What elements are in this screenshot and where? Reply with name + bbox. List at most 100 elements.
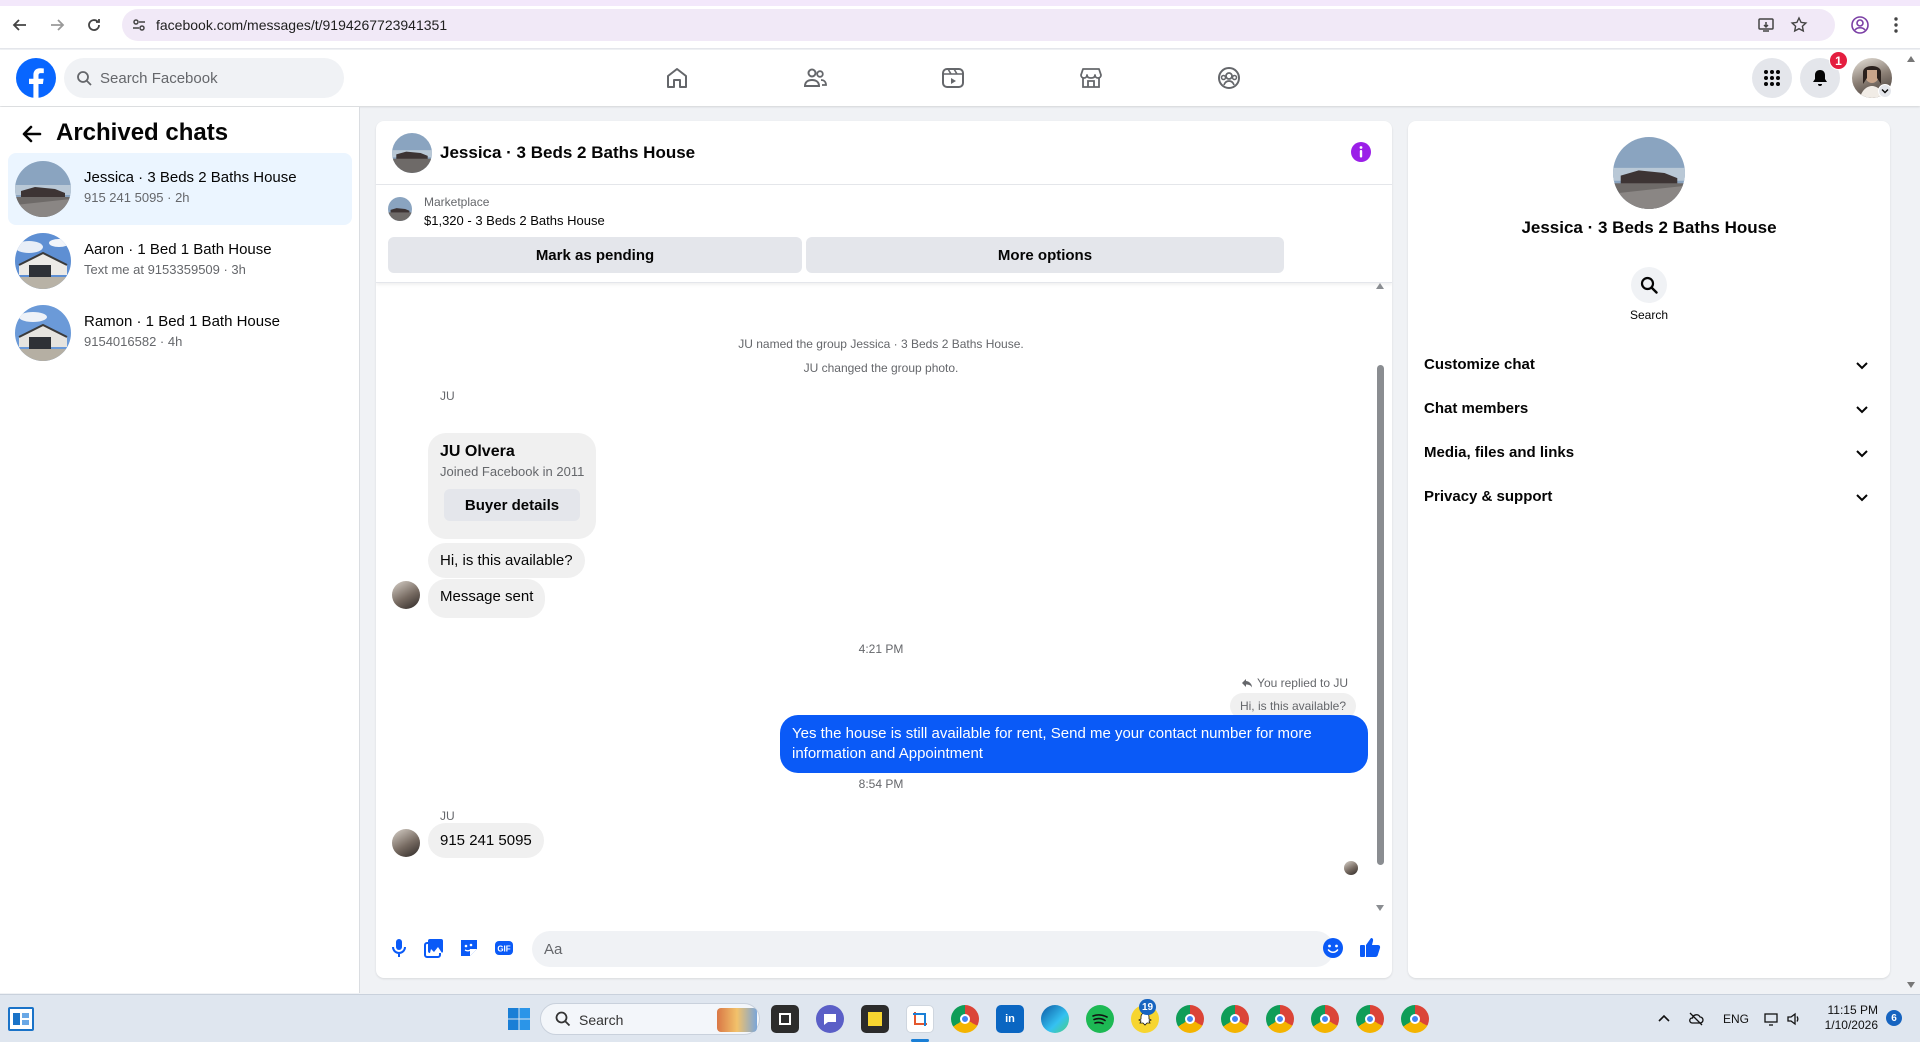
chat-list-item-ramon[interactable]: Ramon · 1 Bed 1 Bath House 9154016582 · … (8, 297, 352, 369)
network-icon[interactable] (1764, 1011, 1780, 1027)
more-options-button[interactable]: More options (806, 237, 1284, 273)
chat-preview: Text me at 9153359509 · 3h (84, 262, 246, 277)
chevron-down-icon (1856, 362, 1868, 370)
reload-icon[interactable] (84, 15, 104, 35)
incoming-message[interactable]: 915 241 5095 (428, 823, 544, 858)
search-in-conversation-button[interactable] (1631, 267, 1667, 303)
browser-profile-icon[interactable] (1850, 15, 1870, 35)
bookmark-star-icon[interactable] (1790, 16, 1808, 34)
chrome-profile-icon[interactable] (1266, 1005, 1294, 1033)
site-info-icon[interactable] (130, 16, 148, 34)
groups-tab[interactable] (1173, 50, 1285, 106)
address-bar[interactable]: facebook.com/messages/t/9194267723941351 (122, 9, 1835, 41)
chevron-down-icon (1856, 450, 1868, 458)
message-input-wrapper[interactable] (532, 931, 1334, 967)
photo-icon[interactable] (423, 937, 445, 959)
browser-toolbar: facebook.com/messages/t/9194267723941351 (0, 0, 1920, 49)
back-arrow-icon[interactable] (20, 122, 44, 146)
search-icon (555, 1011, 571, 1027)
facebook-logo-icon[interactable] (16, 58, 56, 98)
conversation-panel: Jessica · 3 Beds 2 Baths House Marketpla… (376, 121, 1392, 978)
cloud-offline-icon[interactable] (1688, 1011, 1704, 1027)
home-tab[interactable] (621, 50, 733, 106)
chrome-profile-icon[interactable] (1356, 1005, 1384, 1033)
scroll-thumb[interactable] (1377, 365, 1384, 865)
sticker-icon[interactable] (458, 937, 480, 959)
menu-grid-button[interactable] (1752, 58, 1792, 98)
incoming-message[interactable]: Message sent (428, 579, 546, 618)
facebook-search[interactable] (64, 58, 344, 98)
video-tab[interactable] (897, 50, 1009, 106)
taskbar-search[interactable]: Search (540, 1003, 760, 1035)
chrome-profile-icon[interactable] (1176, 1005, 1204, 1033)
notification-center-badge[interactable]: 6 (1886, 1010, 1902, 1026)
chat-members-section[interactable]: Chat members (1416, 387, 1882, 431)
system-message: JU named the group Jessica · 3 Beds 2 Ba… (738, 337, 1024, 351)
linkedin-icon[interactable]: in (996, 1005, 1024, 1033)
listing-title[interactable]: $1,320 - 3 Beds 2 Baths House (424, 213, 605, 228)
section-label: Customize chat (1424, 356, 1535, 373)
privacy-support-section[interactable]: Privacy & support (1416, 475, 1882, 519)
chrome-icon[interactable] (951, 1005, 979, 1033)
search-input[interactable] (100, 58, 330, 98)
teams-chat-icon[interactable] (816, 1005, 844, 1033)
bell-icon (1813, 70, 1827, 86)
scroll-up-arrow-icon[interactable] (1376, 283, 1384, 289)
forward-icon[interactable] (47, 15, 67, 35)
page-scroll-up-icon[interactable] (1907, 56, 1915, 62)
chrome-profile-icon[interactable] (1221, 1005, 1249, 1033)
chrome-profile-icon[interactable] (1401, 1005, 1429, 1033)
taskbar-search-label: Search (579, 1012, 624, 1028)
scroll-down-arrow-icon[interactable] (1376, 905, 1384, 911)
language-indicator[interactable]: ENG (1723, 1012, 1749, 1026)
incoming-message[interactable]: Hi, is this available? (428, 543, 585, 578)
message-scrollbar[interactable] (1374, 283, 1386, 913)
sender-avatar[interactable] (392, 581, 420, 609)
chevron-down-icon (1856, 406, 1868, 414)
media-files-links-section[interactable]: Media, files and links (1416, 431, 1882, 475)
task-view-icon[interactable] (771, 1005, 799, 1033)
outgoing-message[interactable]: Yes the house is still available for ren… (780, 715, 1368, 773)
clock-date[interactable]: 1/10/2026 (1818, 1018, 1878, 1032)
conversation-avatar[interactable] (392, 133, 432, 173)
sticky-notes-icon[interactable] (861, 1005, 889, 1033)
windows-start-icon[interactable] (505, 1005, 533, 1033)
chrome-profile-icon[interactable] (1311, 1005, 1339, 1033)
search-highlight-image (717, 1008, 757, 1032)
volume-icon[interactable] (1786, 1011, 1802, 1027)
friends-tab[interactable] (759, 50, 871, 106)
chevron-up-icon[interactable] (1656, 1011, 1672, 1027)
chat-avatar (15, 305, 71, 361)
thumbs-up-icon[interactable] (1358, 935, 1382, 959)
page-scroll-down-icon[interactable] (1907, 982, 1915, 988)
browser-menu-icon[interactable] (1886, 15, 1906, 35)
mark-as-pending-button[interactable]: Mark as pending (388, 237, 802, 273)
listing-thumbnail[interactable] (388, 197, 412, 221)
clock-time[interactable]: 11:15 PM (1818, 1003, 1878, 1018)
marketplace-tab[interactable] (1035, 50, 1147, 106)
spotify-icon[interactable] (1086, 1005, 1114, 1033)
install-app-icon[interactable] (1757, 16, 1775, 34)
message-input[interactable] (544, 931, 1284, 967)
back-icon[interactable] (10, 15, 30, 35)
conversation-title[interactable]: Jessica · 3 Beds 2 Baths House (440, 143, 695, 163)
sender-avatar[interactable] (392, 829, 420, 857)
chat-list-item-aaron[interactable]: Aaron · 1 Bed 1 Bath House Text me at 91… (8, 225, 352, 297)
windows-taskbar: Search in 19 ENG 11:15 PM 1/10/2026 6 (0, 994, 1920, 1042)
account-caret-icon[interactable] (1878, 84, 1892, 98)
edge-icon[interactable] (1041, 1005, 1069, 1033)
url-text[interactable]: facebook.com/messages/t/9194267723941351 (156, 17, 447, 33)
snipping-tool-icon[interactable] (906, 1005, 934, 1033)
microphone-icon[interactable] (388, 937, 410, 959)
svg-text:GIF: GIF (497, 945, 510, 954)
gif-icon[interactable]: GIF (493, 937, 515, 959)
customize-chat-section[interactable]: Customize chat (1416, 343, 1882, 387)
buyer-details-button[interactable]: Buyer details (444, 489, 580, 521)
emoji-icon[interactable] (1322, 937, 1344, 959)
info-icon[interactable] (1350, 141, 1372, 163)
widgets-icon[interactable] (8, 1007, 34, 1031)
chat-name: Ramon · 1 Bed 1 Bath House (84, 313, 280, 330)
chat-list-item-jessica[interactable]: Jessica · 3 Beds 2 Baths House 915 241 5… (8, 153, 352, 225)
chat-avatar (15, 233, 71, 289)
conversation-large-avatar (1613, 137, 1685, 209)
